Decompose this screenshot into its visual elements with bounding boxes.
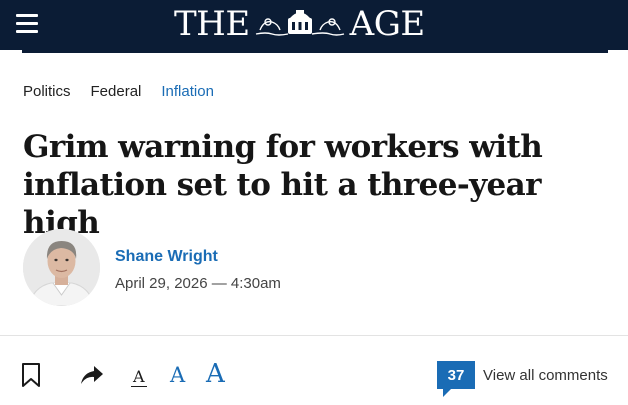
- comment-count-badge: 37: [437, 361, 475, 397]
- breadcrumb-federal[interactable]: Federal: [91, 82, 142, 102]
- author-photo: [23, 229, 100, 306]
- hamburger-menu-icon[interactable]: [16, 14, 38, 34]
- view-all-comments-label: View all comments: [483, 366, 608, 384]
- bookmark-icon[interactable]: [21, 362, 41, 388]
- comment-count: 37: [447, 366, 465, 384]
- masthead-word-the: THE: [174, 4, 250, 44]
- article-headline: Grim warning for workers with inflation …: [23, 129, 543, 241]
- masthead-word-age: AGE: [349, 4, 426, 44]
- author-name-link[interactable]: Shane Wright: [115, 247, 218, 267]
- masthead-logo[interactable]: THE AGE: [174, 3, 464, 45]
- header-divider: [22, 50, 608, 53]
- toolbar-divider: [0, 335, 628, 336]
- author-avatar[interactable]: [23, 229, 100, 306]
- crest-emblem-icon: [255, 10, 344, 36]
- share-icon[interactable]: [80, 364, 104, 386]
- breadcrumb-politics[interactable]: Politics: [23, 82, 71, 102]
- publish-date: April 29, 2026 — 4:30am: [115, 275, 281, 292]
- font-size-large-button[interactable]: A: [206, 361, 225, 387]
- breadcrumb-inflation[interactable]: Inflation: [161, 82, 214, 102]
- font-size-small-button[interactable]: A: [131, 369, 147, 387]
- site-header: THE AGE: [0, 0, 628, 50]
- breadcrumb: Politics Federal Inflation: [23, 82, 234, 102]
- view-comments-button[interactable]: 37 View all comments: [437, 361, 608, 397]
- font-size-medium-button[interactable]: A: [170, 365, 185, 386]
